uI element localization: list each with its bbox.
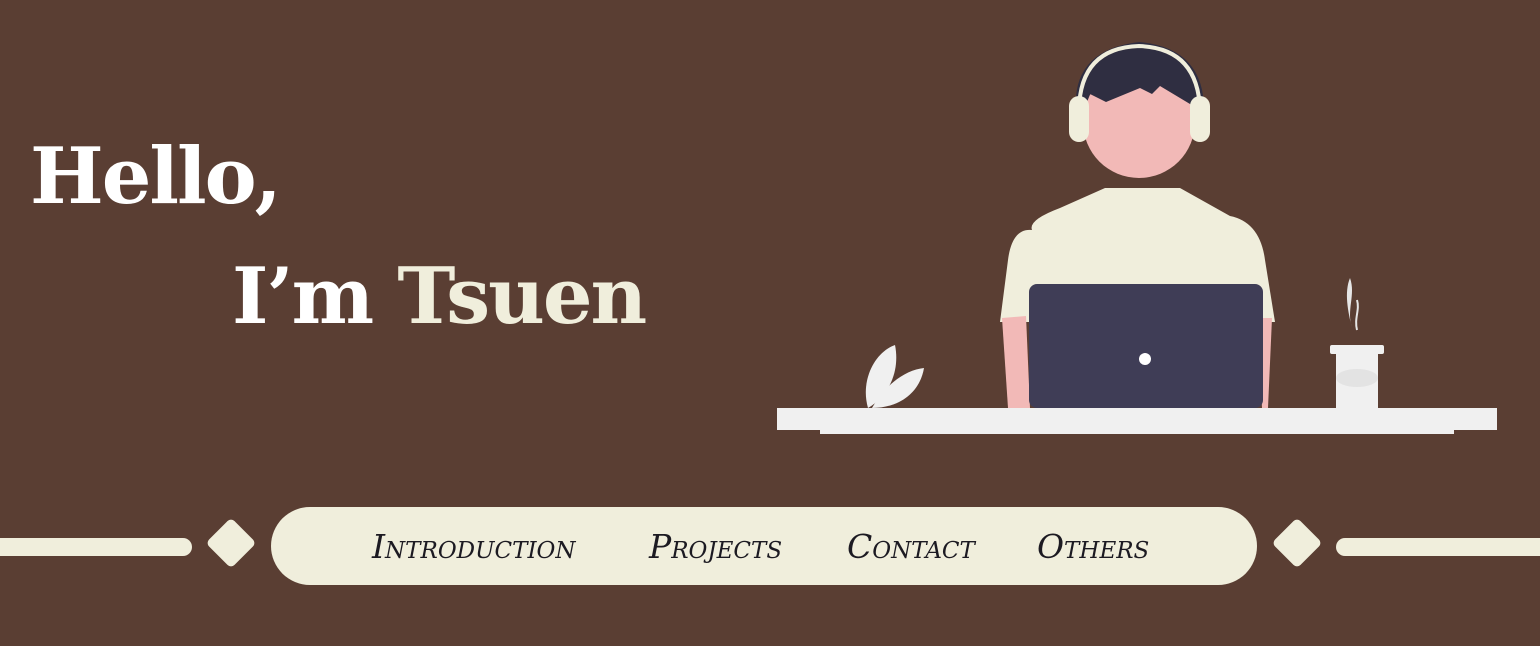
main-nav: Introduction Projects Contact Others xyxy=(271,507,1257,585)
desk-top xyxy=(777,408,1497,430)
nav-link-projects[interactable]: Projects xyxy=(649,507,782,585)
plant-leaf-icon xyxy=(865,345,924,408)
hero-intro-prefix: I’m xyxy=(232,251,398,342)
coffee-cup-icon xyxy=(1330,278,1384,408)
desk-underside xyxy=(820,428,1454,434)
nav-link-contact[interactable]: Contact xyxy=(847,507,975,585)
nav-divider-left xyxy=(0,538,192,556)
nav-link-others[interactable]: Others xyxy=(1037,507,1149,585)
person-left-arm xyxy=(1002,316,1030,408)
nav-divider-right xyxy=(1336,538,1540,556)
hero-intro-line: I’m Tsuen xyxy=(232,258,647,336)
nav-diamond-right xyxy=(1271,517,1323,569)
developer-at-desk-illustration xyxy=(777,42,1497,434)
nav-diamond-left xyxy=(205,517,257,569)
hero-greeting: Hello, xyxy=(30,131,282,222)
nav-link-introduction[interactable]: Introduction xyxy=(372,507,576,585)
hero-name: Tsuen xyxy=(397,251,647,342)
laptop-icon xyxy=(1029,284,1263,408)
